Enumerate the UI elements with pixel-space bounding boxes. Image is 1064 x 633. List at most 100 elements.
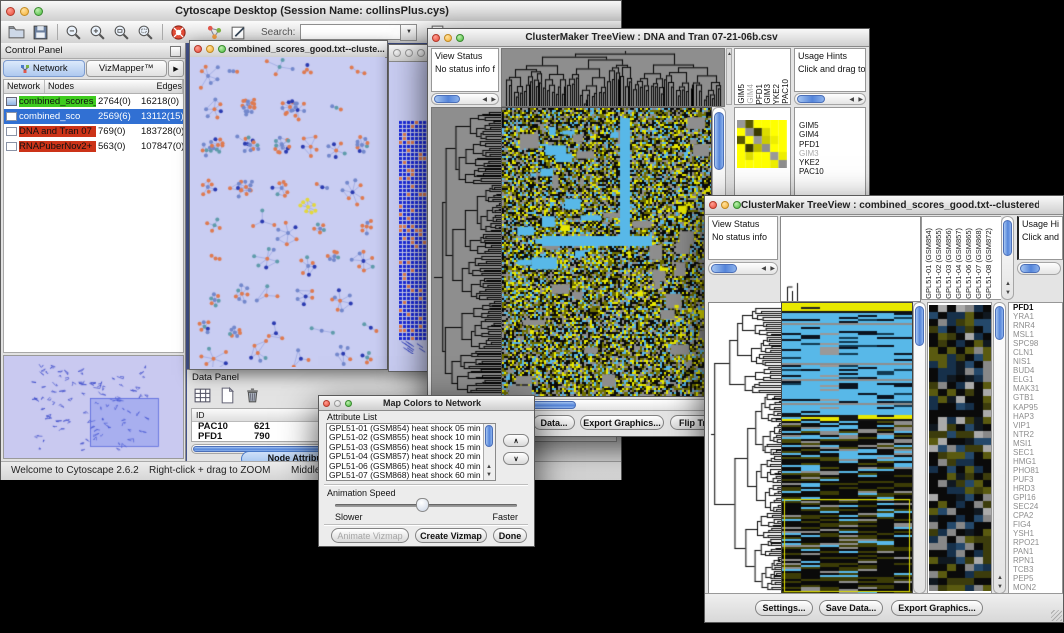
heatmap[interactable] xyxy=(781,302,913,594)
column-header[interactable]: Edges xyxy=(153,80,183,93)
network-row[interactable]: DNA and Tran 07 769(0) 183728(0) xyxy=(4,124,183,139)
column-label[interactable]: GPL51-08 (GSM872) xyxy=(984,228,994,299)
move-up-button[interactable]: ∧ xyxy=(503,434,529,447)
row-dendrogram[interactable] xyxy=(708,302,782,594)
gene-label[interactable]: FIG4 xyxy=(1009,520,1062,529)
gene-label[interactable]: RNR4 xyxy=(1009,321,1062,330)
column-label[interactable]: GIM5 xyxy=(737,84,746,104)
scroll-left-icon[interactable]: ◀ xyxy=(761,266,766,272)
gene-label[interactable]: HAP3 xyxy=(1009,412,1062,421)
export-graphics-button[interactable]: Export Graphics... xyxy=(580,415,664,430)
column-header[interactable]: Nodes xyxy=(45,80,153,93)
save-data-button[interactable]: Data... xyxy=(533,415,575,430)
trash-icon[interactable] xyxy=(243,386,262,405)
gene-label[interactable]: YSH1 xyxy=(1009,529,1062,538)
scroll-up-icon[interactable]: ▲ xyxy=(997,575,1003,581)
gene-label[interactable]: YRA1 xyxy=(1009,312,1062,321)
maximize-icon[interactable] xyxy=(34,7,43,16)
scroll-up-icon[interactable]: ▲ xyxy=(486,464,492,470)
gene-label[interactable]: GPI16 xyxy=(1009,493,1062,502)
column-label[interactable]: PAC10 xyxy=(781,79,790,104)
gene-label[interactable]: PHO81 xyxy=(1009,466,1062,475)
maximize-icon[interactable] xyxy=(218,45,226,53)
scroll-right-icon[interactable]: ▶ xyxy=(770,266,775,272)
row-label[interactable]: PAC10 xyxy=(796,167,824,176)
scroll-down-icon[interactable]: ▼ xyxy=(997,584,1003,590)
gene-label[interactable]: MON2 xyxy=(1009,583,1062,592)
scroll-up-icon[interactable]: ▲ xyxy=(1005,281,1011,287)
column-label[interactable]: GIM3 xyxy=(763,84,772,104)
column-label[interactable]: GPL51-07 (GSM868) xyxy=(974,228,984,299)
usage-hints-scrollbar[interactable]: ◀ ▶ xyxy=(794,93,866,105)
help-lifebuoy-icon[interactable] xyxy=(170,24,187,41)
scroll-right-icon[interactable]: ▶ xyxy=(858,97,863,103)
column-label[interactable]: GPL51-04 (GSM857) xyxy=(954,228,964,299)
close-icon[interactable] xyxy=(6,7,15,16)
gene-label[interactable]: KAP95 xyxy=(1009,403,1062,412)
view-status-scrollbar[interactable]: ◀ ▶ xyxy=(708,262,778,275)
tab-vizmapper[interactable]: VizMapper™ xyxy=(86,60,168,77)
gene-label[interactable]: SEC1 xyxy=(1009,448,1062,457)
save-data-button[interactable]: Save Data... xyxy=(819,600,883,616)
search-input[interactable]: ▼ xyxy=(300,24,402,40)
main-titlebar[interactable]: Cytoscape Desktop (Session Name: collins… xyxy=(1,1,621,22)
network-row[interactable]: combined_sco 2569(6) 13112(15) xyxy=(4,109,183,124)
network-canvas[interactable] xyxy=(190,57,385,367)
export-graphics-button[interactable]: Export Graphics... xyxy=(891,600,983,616)
minimize-icon[interactable] xyxy=(334,400,341,407)
row-label[interactable]: PFD1 xyxy=(796,140,824,149)
animate-vizmap-button[interactable]: Animate Vizmap xyxy=(331,528,409,543)
new-document-icon[interactable] xyxy=(218,386,237,405)
slider-thumb[interactable] xyxy=(416,498,429,512)
gene-label[interactable]: PAN1 xyxy=(1009,547,1062,556)
gene-label[interactable]: VIP1 xyxy=(1009,421,1062,430)
gene-label[interactable]: ELG1 xyxy=(1009,375,1062,384)
heatmap[interactable] xyxy=(501,107,712,397)
column-label[interactable]: YKE2 xyxy=(772,84,781,104)
treeview1-titlebar[interactable]: ClusterMaker TreeView : DNA and Tran 07-… xyxy=(428,29,869,47)
move-down-button[interactable]: ∨ xyxy=(503,452,529,465)
network-overview[interactable] xyxy=(3,355,184,459)
minimize-icon[interactable] xyxy=(444,34,452,42)
maximize-icon[interactable] xyxy=(417,49,425,57)
column-dendrogram[interactable] xyxy=(501,48,725,107)
gene-label[interactable]: SEC24 xyxy=(1009,502,1062,511)
row-label[interactable]: GIM4 xyxy=(796,130,824,139)
treeview2-titlebar[interactable]: ClusterMaker TreeView : combined_scores_… xyxy=(705,196,1063,215)
gene-label[interactable]: CLN1 xyxy=(1009,348,1062,357)
attribute-list[interactable]: GPL51-01 (GSM854) heat shock 05 minGPL51… xyxy=(326,423,496,481)
maximize-icon[interactable] xyxy=(456,34,464,42)
gene-label[interactable]: PEP5 xyxy=(1009,574,1062,583)
labels-vscrollbar[interactable]: ▲ ▼ xyxy=(1001,216,1014,300)
tab-overflow-icon[interactable]: ▶ xyxy=(168,60,184,77)
maximize-icon[interactable] xyxy=(345,400,352,407)
gene-label[interactable]: MSL1 xyxy=(1009,330,1062,339)
attribute-list-scrollbar[interactable]: ▲ ▼ xyxy=(483,424,495,480)
view-status-scrollbar[interactable]: ◀ ▶ xyxy=(431,93,499,105)
gene-label[interactable]: SPC98 xyxy=(1009,339,1062,348)
create-vizmap-button[interactable]: Create Vizmap xyxy=(415,528,487,543)
zoom-heatmap[interactable] xyxy=(929,305,991,591)
annotation-icon[interactable] xyxy=(230,24,247,41)
column-label[interactable]: GPL51-01 (GSM854) xyxy=(924,228,934,299)
column-header[interactable]: Network xyxy=(4,80,45,93)
gene-label[interactable]: MAK31 xyxy=(1009,384,1062,393)
gene-label[interactable]: HMG1 xyxy=(1009,457,1062,466)
dialog-titlebar[interactable]: Map Colors to Network xyxy=(319,396,534,411)
close-icon[interactable] xyxy=(323,400,330,407)
zoom-vscrollbar[interactable]: ▲ ▼ xyxy=(993,302,1006,594)
scroll-down-icon[interactable]: ▼ xyxy=(486,472,492,478)
gene-label[interactable]: NTR2 xyxy=(1009,430,1062,439)
row-label[interactable]: YKE2 xyxy=(796,158,824,167)
column-label[interactable]: GPL51-06 (GSM865) xyxy=(964,228,974,299)
column-label[interactable]: GPL51-03 (GSM856) xyxy=(944,228,954,299)
row-label[interactable]: GIM3 xyxy=(796,149,824,158)
attribute-item[interactable]: GPL51-07 (GSM868) heat shock 60 min xyxy=(327,471,495,480)
tab-network[interactable]: Network xyxy=(3,60,85,77)
close-icon[interactable] xyxy=(393,49,401,57)
float-panel-icon[interactable] xyxy=(170,46,181,57)
network-row[interactable]: RNAPuberNov2+ 563(0) 107847(0) xyxy=(4,139,183,154)
zoom-matrix[interactable] xyxy=(737,120,787,168)
table-icon[interactable] xyxy=(193,386,212,405)
minimize-icon[interactable] xyxy=(20,7,29,16)
